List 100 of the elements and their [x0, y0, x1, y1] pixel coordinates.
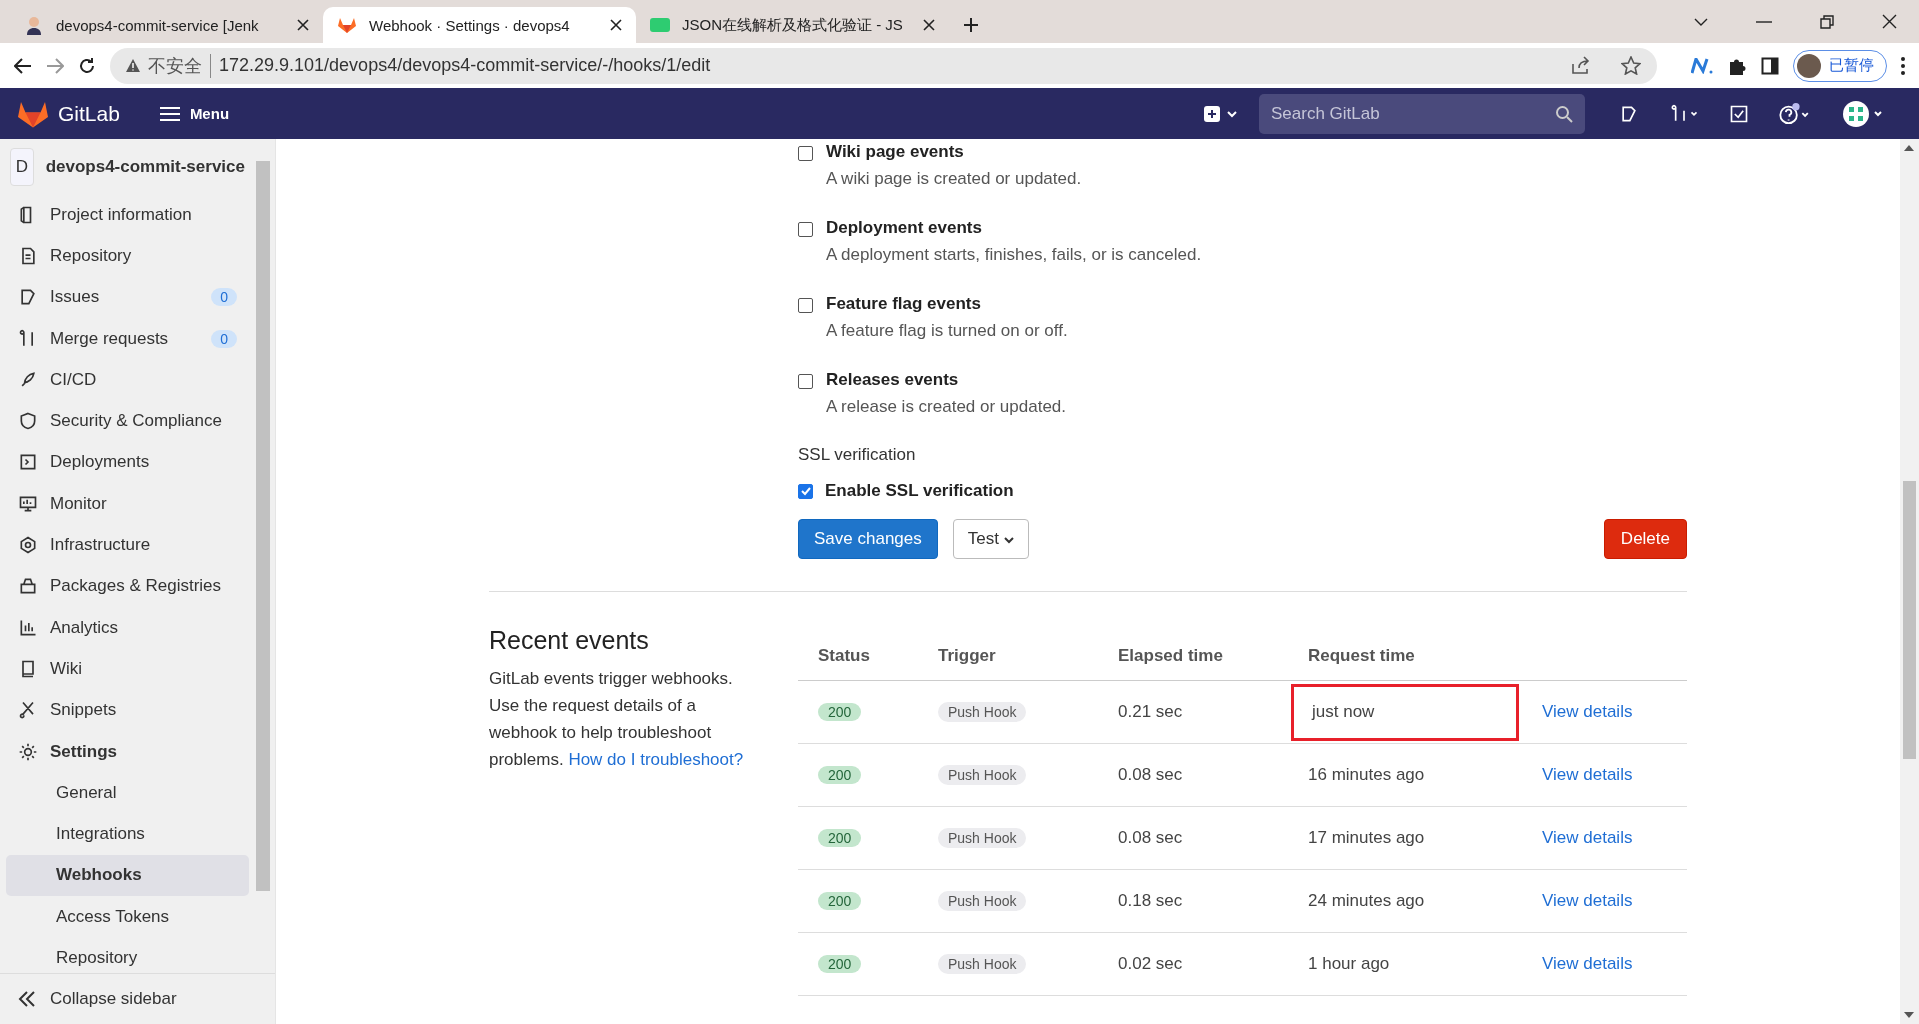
troubleshoot-link[interactable]: How do I troubleshoot? [568, 750, 744, 769]
count-badge: 0 [211, 329, 237, 348]
sidebar-subitem[interactable]: Integrations [6, 813, 249, 855]
sidebar-item[interactable]: Issues 0 [0, 276, 255, 318]
checkbox-label[interactable]: Enable SSL verification [825, 481, 1014, 501]
trigger-badge: Push Hook [938, 828, 1027, 848]
help-text: A wiki page is created or updated. [826, 169, 1082, 189]
save-button[interactable]: Save changes [798, 519, 938, 559]
close-icon[interactable] [610, 19, 622, 31]
checkbox[interactable] [798, 483, 813, 499]
status-badge: 200 [818, 892, 862, 910]
section-title: Recent events [489, 626, 650, 655]
trigger-badge: Push Hook [938, 702, 1027, 722]
trigger-badge: Push Hook [938, 765, 1027, 785]
project-avatar[interactable]: D [10, 147, 34, 186]
address-field[interactable]: 不安全 172.29.9.101/devops4/devops4-commit-service/-/hooks/1/edit [110, 47, 1657, 84]
checkbox[interactable] [798, 374, 813, 389]
security-label[interactable]: 不安全 [148, 53, 211, 78]
checkbox-label[interactable]: Wiki page events [826, 142, 1082, 162]
help-text: A deployment starts, finishes, fails, or is canceled. [826, 245, 1202, 265]
table-cell: 0.02 sec [1098, 932, 1288, 996]
tab-search-icon[interactable] [1694, 17, 1708, 26]
menu-item-icon [18, 452, 38, 473]
share-icon[interactable] [1571, 56, 1591, 74]
back-icon[interactable] [14, 57, 32, 74]
sidebar-item[interactable]: Infrastructure [0, 524, 255, 566]
menu-item-icon [18, 741, 38, 762]
table-cell: 17 minutes ago [1288, 806, 1522, 870]
view-details-link[interactable]: View details [1542, 702, 1633, 721]
view-details-link[interactable]: View details [1542, 891, 1633, 910]
brand-name[interactable]: GitLab [58, 101, 120, 126]
checkbox[interactable] [798, 222, 813, 237]
scroll-up-icon[interactable] [1904, 145, 1914, 151]
json-badge-icon [650, 18, 670, 32]
sidebar-item[interactable]: Analytics [0, 606, 255, 649]
help-text: A release is created or updated. [826, 397, 1067, 417]
table-cell: 24 minutes ago [1288, 869, 1522, 933]
checkbox[interactable] [798, 146, 813, 161]
view-details-link[interactable]: View details [1542, 765, 1633, 784]
checkbox[interactable] [798, 298, 813, 313]
delete-button[interactable]: Delete [1603, 519, 1687, 559]
trigger-badge: Push Hook [938, 954, 1027, 974]
sidebar-item[interactable]: Packages & Registries [0, 565, 255, 607]
table-cell: 1 hour ago [1288, 932, 1522, 996]
sidebar-subitem[interactable]: Repository [6, 937, 249, 973]
restore-icon[interactable] [1820, 14, 1834, 29]
reload-icon[interactable] [78, 56, 96, 75]
help-text: A feature flag is turned on or off. [826, 321, 1068, 341]
sidebar-subitem[interactable]: Access Tokens [6, 896, 249, 938]
sidebar-item[interactable]: Merge requests 0 [0, 317, 255, 360]
sidebar-subitem[interactable]: Webhooks [6, 854, 249, 897]
url-text[interactable]: 172.29.9.101/devops4/devops4-commit-service/-/hooks/1/edit [219, 55, 711, 76]
column-header: Request time [1288, 632, 1522, 681]
sidebar-item[interactable]: Security & Compliance [0, 400, 255, 442]
extension-icon[interactable] [1691, 57, 1713, 74]
column-header: Status [798, 632, 918, 681]
sidebar-item[interactable]: Project information [0, 194, 255, 236]
view-details-link[interactable]: View details [1542, 828, 1633, 847]
new-tab-icon[interactable] [963, 17, 979, 33]
close-icon[interactable] [923, 19, 935, 31]
count-badge: 0 [211, 288, 237, 307]
browser-tab[interactable]: devops4-commit-service [Jenk [10, 7, 323, 43]
project-name[interactable]: devops4-commit-service [45, 156, 245, 177]
close-icon[interactable] [297, 19, 309, 31]
menu-button[interactable]: Menu [153, 104, 236, 123]
new-item-icon[interactable] [1203, 104, 1239, 123]
star-icon[interactable] [1621, 56, 1641, 75]
checkbox-label[interactable]: Releases events [826, 370, 1067, 390]
warning-icon[interactable] [126, 59, 140, 72]
test-dropdown-button[interactable]: Test [952, 519, 1029, 559]
status-badge: 200 [818, 703, 862, 721]
side-panel-icon[interactable] [1761, 56, 1779, 75]
sidebar-item[interactable]: Snippets [0, 689, 255, 731]
scrollbar-thumb[interactable] [256, 161, 270, 891]
scrollbar-thumb[interactable] [1903, 481, 1916, 759]
checkbox-label[interactable]: Deployment events [826, 218, 1202, 238]
sidebar-item[interactable]: Repository [0, 235, 255, 277]
checkbox-label[interactable]: Feature flag events [826, 294, 1068, 314]
sidebar-item[interactable]: CI/CD [0, 359, 255, 401]
more-icon[interactable] [1901, 56, 1905, 75]
table-cell: 16 minutes ago [1288, 743, 1522, 807]
sidebar-item[interactable]: Deployments [0, 441, 255, 484]
sidebar-item[interactable]: Wiki [0, 648, 255, 690]
butler-icon [24, 15, 44, 35]
minimize-icon[interactable] [1756, 20, 1772, 23]
menu-item-icon [18, 411, 38, 432]
search-field[interactable]: Search GitLab [1259, 93, 1585, 134]
menu-icon [159, 105, 180, 122]
browser-tab[interactable]: Webhook · Settings · devops4 [323, 7, 636, 43]
close-icon[interactable] [1882, 14, 1897, 29]
scroll-down-icon[interactable] [1904, 1012, 1914, 1018]
collapse-sidebar-button[interactable]: Collapse sidebar [0, 973, 275, 1024]
view-details-link[interactable]: View details [1542, 954, 1633, 973]
sidebar-subitem[interactable]: General [6, 772, 249, 814]
status-badge: 200 [818, 955, 862, 973]
sidebar-item[interactable]: Settings [0, 730, 255, 773]
todo-icon[interactable] [1729, 103, 1749, 124]
forward-icon[interactable] [46, 57, 64, 74]
browser-tab[interactable]: JSON在线解析及格式化验证 - JS [636, 7, 949, 43]
sidebar-item[interactable]: Monitor [0, 483, 255, 525]
